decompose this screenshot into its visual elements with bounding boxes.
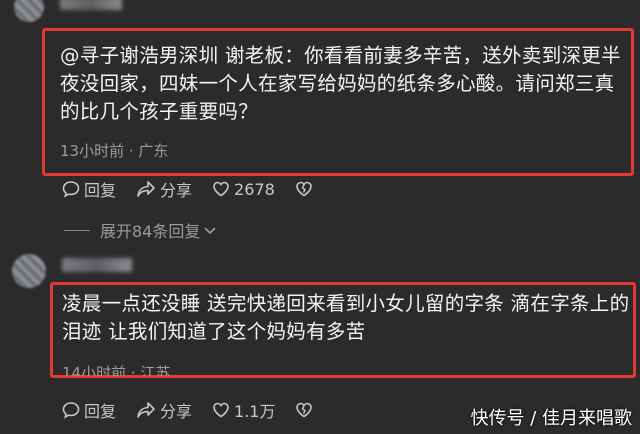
dislike-button[interactable]: [295, 180, 317, 198]
watermark: 快传号 / 佳月来唱歌: [470, 408, 632, 429]
comment-text: @寻子谢浩男深圳 谢老板：你看看前妻多辛苦，送外卖到深更半夜没回家，四妹一个人在…: [60, 44, 621, 123]
comment-meta: 14小时前 · 江苏: [62, 364, 171, 376]
chevron-down-icon: [204, 227, 216, 235]
like-button[interactable]: 1.1万: [212, 398, 275, 422]
heart-icon: [213, 402, 229, 418]
broken-heart-icon: [296, 402, 313, 418]
username-blurred[interactable]: [60, 0, 122, 10]
share-label: 分享: [160, 402, 193, 421]
comment-meta: 13小时前 · 广东: [60, 142, 169, 160]
dislike-button[interactable]: [295, 401, 317, 419]
reply-button[interactable]: 回复: [62, 177, 116, 201]
reply-button[interactable]: 回复: [62, 398, 116, 422]
heart-icon: [213, 181, 229, 197]
comment-text: 凌晨一点还没睡 送完快递回来看到小女儿留的字条 滴在字条上的泪迹 让我们知道了这…: [62, 292, 630, 343]
comment-actions: 回复 分享 2678: [62, 177, 337, 201]
like-count: 1.1万: [234, 402, 276, 421]
like-button[interactable]: 2678: [212, 180, 275, 199]
divider: [64, 229, 90, 231]
username-blurred[interactable]: [62, 258, 132, 272]
share-button[interactable]: 分享: [136, 398, 192, 422]
broken-heart-icon: [295, 181, 312, 197]
reply-label: 回复: [84, 402, 117, 421]
reply-icon: [62, 402, 80, 419]
avatar[interactable]: [14, 0, 44, 22]
share-button[interactable]: 分享: [136, 177, 192, 201]
share-icon: [137, 402, 155, 418]
comment-actions: 回复 分享 1.1万: [62, 398, 337, 422]
reply-label: 回复: [84, 181, 117, 200]
like-count: 2678: [234, 179, 275, 199]
expand-replies-label: 展开84条回复: [100, 222, 201, 241]
share-icon: [137, 181, 155, 197]
share-label: 分享: [160, 181, 193, 200]
avatar[interactable]: [12, 254, 46, 288]
reply-icon: [62, 181, 80, 198]
expand-replies-button[interactable]: 展开84条回复: [64, 218, 217, 242]
